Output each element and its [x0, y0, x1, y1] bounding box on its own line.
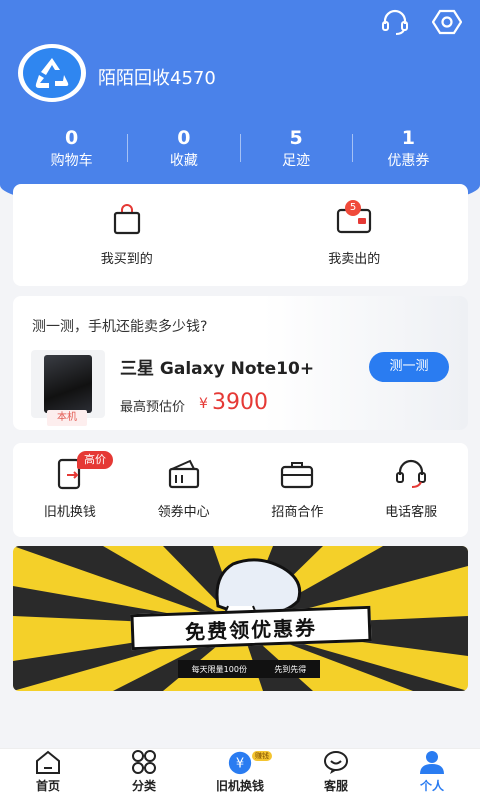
service-phone-support[interactable]: 电话客服	[354, 443, 468, 537]
tab-category[interactable]: 分类	[96, 749, 192, 800]
username: 陌陌回收4570	[98, 68, 216, 89]
bottom-tab-bar: 首页 分类 ¥ 赚钱 旧机换钱 客服 个人	[0, 748, 480, 800]
home-icon	[36, 750, 60, 774]
price-estimate-card[interactable]: 测一测，手机还能卖多少钱? 本机 三星 Galaxy Note10+ 最高预估价…	[13, 296, 468, 430]
stat-cart[interactable]: 0 购物车	[16, 126, 127, 172]
stats-bar: 0 购物车 0 收藏 5 足迹 1 优惠券	[16, 126, 464, 172]
phone-image	[31, 350, 105, 418]
headset-icon[interactable]	[380, 8, 410, 36]
service-coupon-center[interactable]: 领券中心	[127, 443, 241, 537]
tab-profile[interactable]: 个人	[384, 749, 480, 800]
coupon-wallet-icon	[168, 459, 199, 489]
stat-coupons[interactable]: 1 优惠券	[353, 126, 464, 172]
service-trade-in[interactable]: 旧机换钱 高价	[13, 443, 127, 537]
briefcase-icon	[281, 462, 314, 489]
chat-smile-icon	[324, 751, 348, 774]
device-model: 三星 Galaxy Note10+	[120, 359, 315, 379]
tab-home[interactable]: 首页	[0, 749, 96, 800]
stat-favorites[interactable]: 0 收藏	[128, 126, 239, 172]
tab-trade-in[interactable]: ¥ 赚钱 旧机换钱	[192, 749, 288, 800]
avatar[interactable]	[18, 44, 86, 102]
services-card: 旧机换钱 高价 领券中心 招商合作 电话客服	[13, 443, 468, 537]
grid-icon	[132, 750, 156, 774]
recycle-icon	[35, 58, 69, 88]
yuan-coin-icon: ¥	[228, 751, 252, 775]
estimate-question: 测一测，手机还能卖多少钱?	[32, 319, 208, 335]
service-business[interactable]: 招商合作	[241, 443, 355, 537]
test-button[interactable]: 测一测	[369, 352, 449, 382]
bought-orders[interactable]: 我买到的	[13, 184, 241, 286]
person-icon	[420, 751, 444, 774]
estimate-label: 最高预估价	[120, 400, 186, 415]
estimate-price: 3900	[212, 390, 268, 415]
sold-badge: 5	[345, 200, 361, 216]
settings-icon[interactable]	[432, 8, 462, 36]
device-tag: 本机	[47, 410, 87, 426]
banner-subtitle: 每天限量100份 先到先得	[178, 660, 320, 678]
shopping-bag-icon	[113, 204, 140, 235]
tab-service[interactable]: 客服	[288, 749, 384, 800]
svg-text:¥: ¥	[236, 757, 244, 772]
currency-symbol: ¥	[199, 396, 208, 412]
earn-badge: 赚钱	[252, 751, 272, 761]
orders-card: 我买到的 我卖出的	[13, 184, 468, 286]
stat-footprint[interactable]: 5 足迹	[241, 126, 352, 172]
headset-icon	[396, 459, 427, 488]
coupon-banner[interactable]: 免费领优惠券 每天限量100份 先到先得	[13, 546, 468, 691]
hot-badge: 高价	[77, 451, 113, 469]
